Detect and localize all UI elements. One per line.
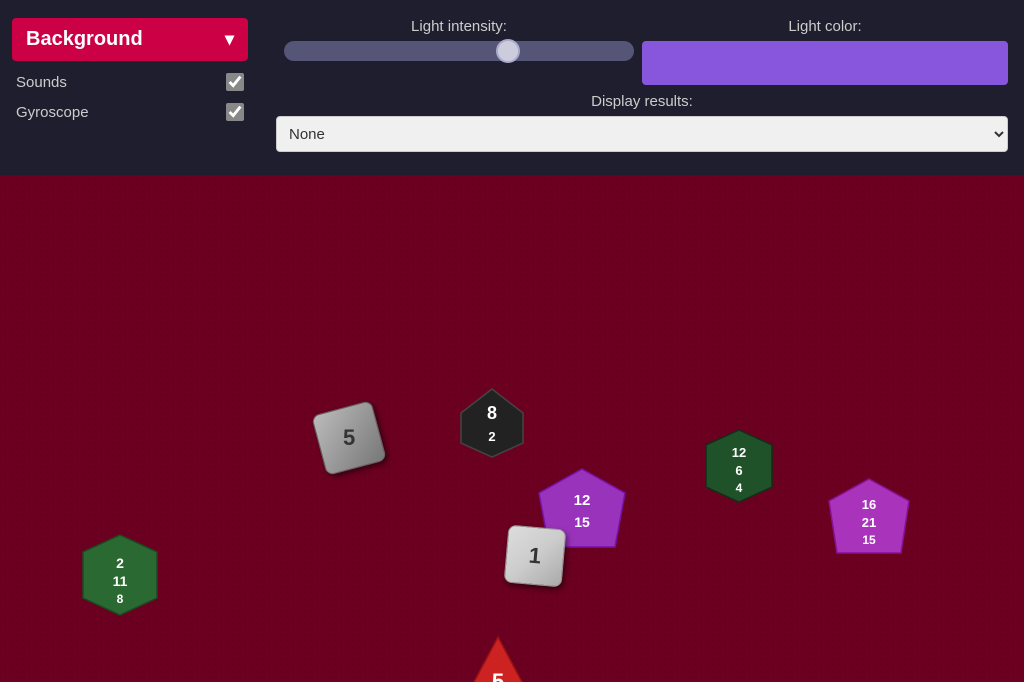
die-dark-green-d12-svg: 12 6 4 xyxy=(700,427,778,505)
light-color-picker[interactable] xyxy=(642,41,1008,85)
die-red-d4[interactable]: 5 xyxy=(462,633,534,682)
svg-text:8: 8 xyxy=(117,592,124,606)
gyroscope-row: Gyroscope xyxy=(12,103,248,121)
die-purple-d20-2-svg: 16 21 15 xyxy=(825,475,913,560)
die-gray-d6[interactable]: 5 xyxy=(311,400,387,476)
die-red-d4-svg: 5 xyxy=(462,633,534,682)
display-results-section: Display results: None Sum Individual xyxy=(276,93,1008,152)
die-green-d10[interactable]: 2 11 8 xyxy=(75,530,165,625)
svg-text:2: 2 xyxy=(116,555,124,571)
gyroscope-label: Gyroscope xyxy=(16,104,89,121)
sounds-label: Sounds xyxy=(16,74,67,91)
die-purple-d20-2[interactable]: 16 21 15 xyxy=(825,475,913,565)
die-gray-d6-value: 5 xyxy=(343,425,355,451)
light-intensity-label: Light intensity: xyxy=(411,18,507,35)
svg-text:2: 2 xyxy=(488,429,495,444)
sounds-row: Sounds xyxy=(12,73,248,91)
light-color-label: Light color: xyxy=(788,18,861,35)
control-bar: Background ▾ Sounds Gyroscope Light inte… xyxy=(0,0,1024,175)
slider-container xyxy=(276,41,642,66)
svg-text:15: 15 xyxy=(574,514,590,530)
controls-top: Light intensity: Light color: xyxy=(276,18,1008,85)
svg-text:15: 15 xyxy=(862,533,876,547)
svg-text:5: 5 xyxy=(492,669,504,682)
svg-text:16: 16 xyxy=(862,497,876,512)
svg-text:12: 12 xyxy=(574,492,591,509)
dice-scene[interactable]: 5 8 2 2 11 8 12 15 1 12 6 xyxy=(0,175,1024,682)
display-results-label: Display results: xyxy=(591,93,693,110)
light-intensity-section: Light intensity: xyxy=(276,18,642,66)
svg-text:6: 6 xyxy=(735,463,742,478)
background-dropdown[interactable]: Background ▾ xyxy=(12,18,248,61)
die-dark-green-d12[interactable]: 12 6 4 xyxy=(700,427,778,510)
die-white-d6-value: 1 xyxy=(528,543,542,570)
svg-text:11: 11 xyxy=(113,573,128,589)
svg-text:4: 4 xyxy=(736,481,743,495)
left-panel: Background ▾ Sounds Gyroscope xyxy=(0,10,260,165)
gyroscope-checkbox[interactable] xyxy=(226,103,244,121)
sounds-checkbox[interactable] xyxy=(226,73,244,91)
right-panel: Light intensity: Light color: Display re… xyxy=(260,10,1024,165)
die-white-d6[interactable]: 1 xyxy=(504,525,567,588)
svg-text:21: 21 xyxy=(862,515,876,530)
background-label: Background xyxy=(26,28,143,51)
light-intensity-slider[interactable] xyxy=(284,41,634,61)
svg-text:8: 8 xyxy=(487,403,497,423)
light-color-section: Light color: xyxy=(642,18,1008,85)
die-green-d10-svg: 2 11 8 xyxy=(75,530,165,620)
chevron-down-icon: ▾ xyxy=(225,29,234,50)
die-black-d8[interactable]: 8 2 xyxy=(455,385,530,465)
display-results-select[interactable]: None Sum Individual xyxy=(276,116,1008,152)
die-black-d8-svg: 8 2 xyxy=(455,385,530,460)
svg-text:12: 12 xyxy=(732,445,746,460)
